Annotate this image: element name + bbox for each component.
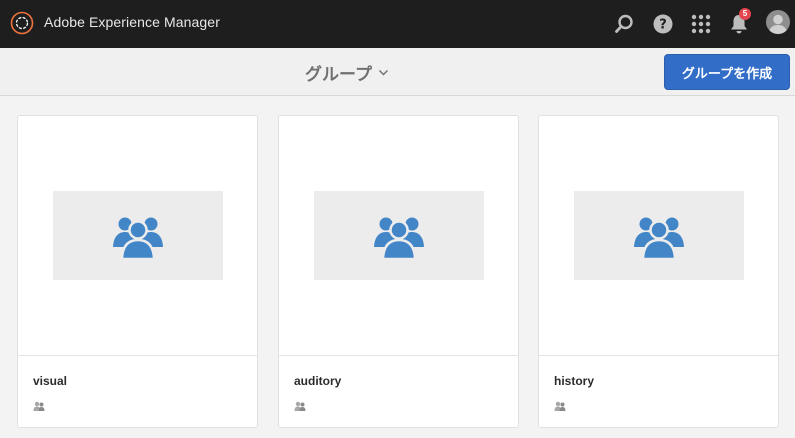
action-bar: グループ グループを作成 bbox=[0, 48, 795, 96]
group-small-icon bbox=[554, 401, 566, 411]
help-icon[interactable]: ? bbox=[651, 12, 675, 36]
breadcrumb[interactable]: グループ bbox=[305, 60, 389, 85]
chevron-down-icon bbox=[378, 69, 389, 76]
create-group-button[interactable]: グループを作成 bbox=[664, 54, 790, 90]
group-icon bbox=[374, 217, 424, 260]
card-thumbnail bbox=[314, 191, 484, 280]
card-title: history bbox=[554, 374, 595, 388]
apps-grid-icon[interactable] bbox=[689, 12, 713, 36]
notification-badge: 5 bbox=[739, 8, 751, 20]
card-thumbnail bbox=[53, 191, 223, 280]
breadcrumb-title: グループ bbox=[305, 65, 372, 84]
card-thumbnail-area bbox=[18, 116, 257, 356]
group-card-auditory[interactable]: auditory bbox=[278, 115, 519, 428]
card-thumbnail-area bbox=[539, 116, 778, 356]
group-small-icon bbox=[33, 401, 45, 411]
group-icon bbox=[113, 217, 163, 260]
adobe-logo-icon[interactable] bbox=[10, 11, 34, 35]
group-card-history[interactable]: history bbox=[538, 115, 779, 428]
card-thumbnail bbox=[574, 191, 744, 280]
group-icon bbox=[634, 217, 684, 260]
svg-text:?: ? bbox=[659, 18, 667, 33]
global-header: Adobe Experience Manager ? 5 bbox=[0, 0, 795, 48]
user-avatar[interactable] bbox=[766, 10, 790, 34]
app-title[interactable]: Adobe Experience Manager bbox=[44, 14, 220, 30]
card-title: visual bbox=[33, 374, 68, 388]
group-small-icon bbox=[294, 401, 306, 411]
search-icon[interactable] bbox=[612, 12, 636, 36]
group-card-visual[interactable]: visual bbox=[17, 115, 258, 428]
card-title: auditory bbox=[294, 374, 342, 388]
card-thumbnail-area bbox=[279, 116, 518, 356]
